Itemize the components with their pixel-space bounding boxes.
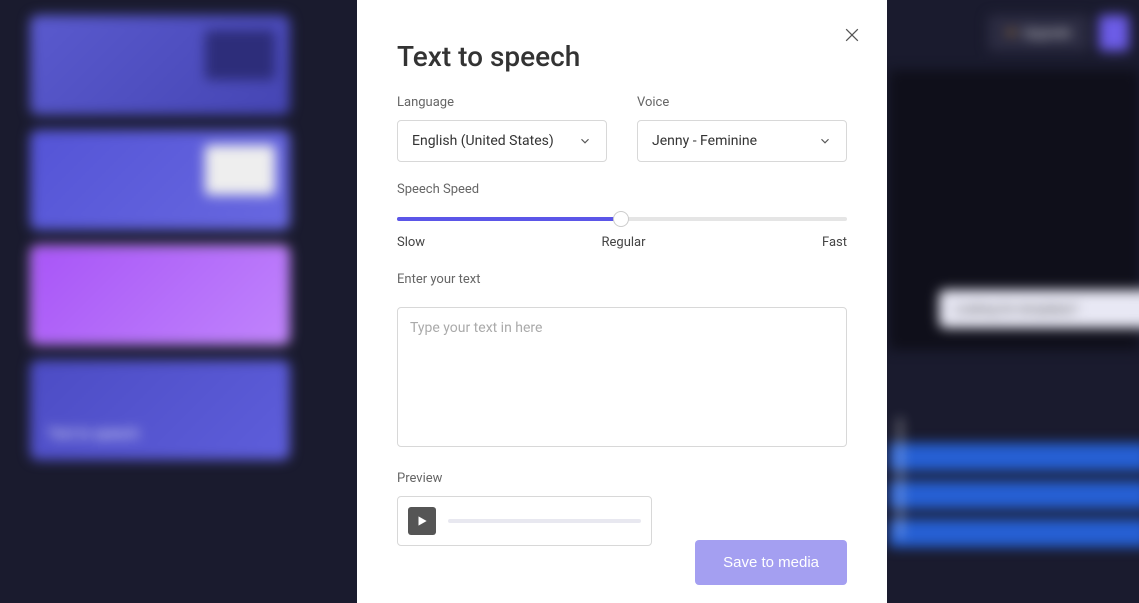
- audio-player: [397, 496, 652, 546]
- play-button[interactable]: [408, 507, 436, 535]
- top-bar: ✦ Upgrade: [988, 15, 1129, 51]
- speed-fast-label: Fast: [822, 235, 847, 250]
- modal-title: Text to speech: [397, 40, 847, 73]
- language-value: English (United States): [412, 133, 554, 149]
- language-label: Language: [397, 95, 607, 110]
- preview-field: Preview: [397, 471, 847, 546]
- upgrade-label: Upgrade: [1023, 26, 1071, 41]
- template-card[interactable]: Text to speech: [30, 360, 290, 460]
- timeline[interactable]: [889, 443, 1139, 563]
- upgrade-button[interactable]: ✦ Upgrade: [988, 15, 1089, 51]
- template-card[interactable]: [30, 15, 290, 115]
- slider-thumb[interactable]: [613, 211, 629, 227]
- timeline-track[interactable]: [889, 481, 1139, 509]
- template-sidebar: Text to speech: [30, 15, 290, 460]
- export-button[interactable]: [1099, 15, 1129, 51]
- timeline-track[interactable]: [889, 519, 1139, 547]
- save-to-media-button[interactable]: Save to media: [695, 540, 847, 585]
- language-field: Language English (United States): [397, 95, 607, 162]
- speed-field: Speech Speed Slow Regular Fast: [397, 182, 847, 250]
- text-to-speech-modal: Text to speech Language English (United …: [357, 0, 887, 603]
- speed-slider[interactable]: [397, 217, 847, 221]
- voice-field: Voice Jenny - Feminine: [637, 95, 847, 162]
- playhead[interactable]: [899, 418, 901, 538]
- text-label: Enter your text: [397, 272, 847, 287]
- chevron-down-icon: [578, 134, 592, 148]
- voice-label: Voice: [637, 95, 847, 110]
- preview-label: Preview: [397, 471, 847, 486]
- speed-label: Speech Speed: [397, 182, 847, 197]
- voice-select[interactable]: Jenny - Feminine: [637, 120, 847, 162]
- help-tooltip: Looking for templates?: [939, 290, 1139, 328]
- close-icon: [842, 25, 862, 45]
- text-field: Enter your text: [397, 272, 847, 451]
- audio-progress[interactable]: [448, 519, 641, 523]
- speed-slow-label: Slow: [397, 235, 425, 250]
- voice-value: Jenny - Feminine: [652, 133, 757, 149]
- speed-regular-label: Regular: [602, 235, 646, 250]
- close-button[interactable]: [842, 25, 862, 45]
- slider-fill: [397, 217, 618, 221]
- play-icon: [415, 514, 429, 528]
- template-card[interactable]: [30, 245, 290, 345]
- template-card[interactable]: [30, 130, 290, 230]
- language-select[interactable]: English (United States): [397, 120, 607, 162]
- slider-labels: Slow Regular Fast: [397, 235, 847, 250]
- timeline-track[interactable]: [889, 443, 1139, 471]
- text-input[interactable]: [397, 307, 847, 447]
- chevron-down-icon: [818, 134, 832, 148]
